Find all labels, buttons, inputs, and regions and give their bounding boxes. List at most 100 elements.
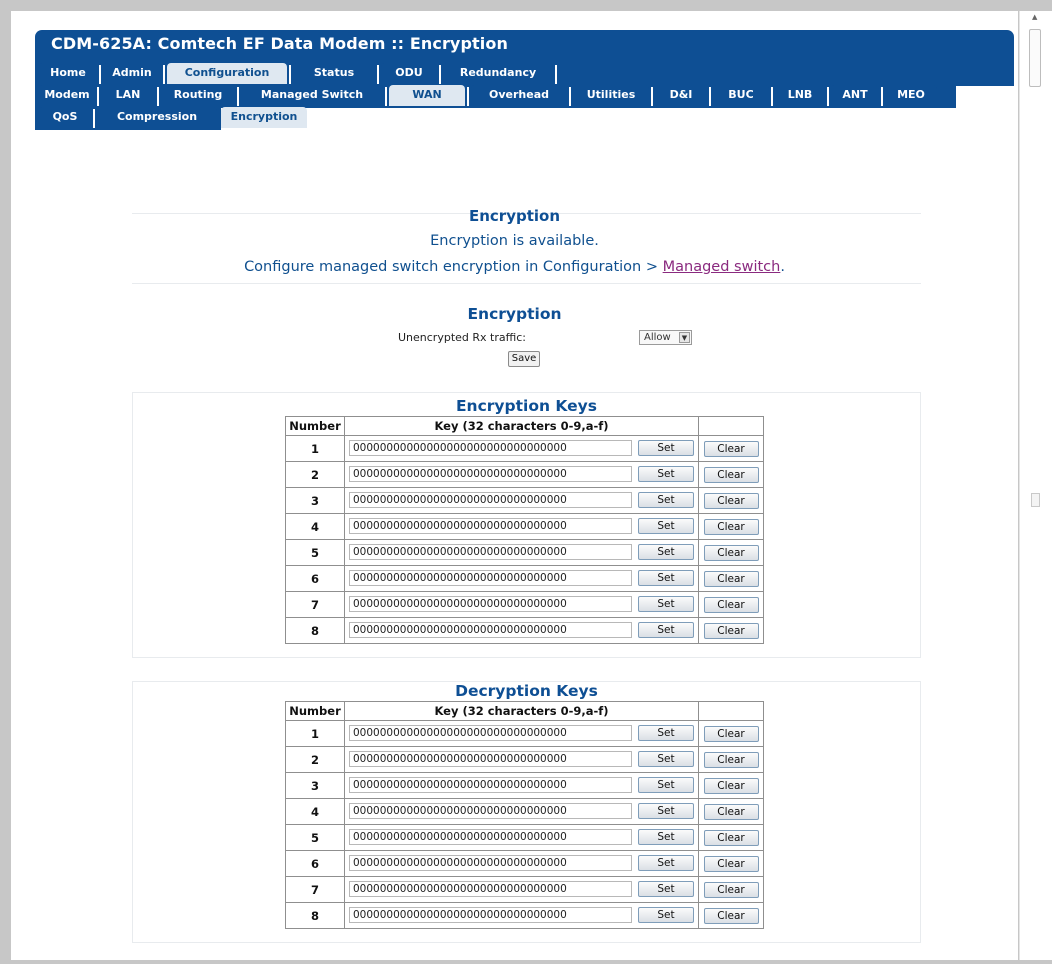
tab-managed-switch[interactable]: Managed Switch	[241, 85, 383, 106]
clear-button[interactable]: Clear	[703, 803, 759, 820]
key-number: 7	[285, 876, 345, 903]
set-button[interactable]: Set	[638, 596, 694, 612]
rx-traffic-select[interactable]: Allow ▼	[639, 330, 692, 345]
set-button[interactable]: Set	[638, 881, 694, 897]
tab-ant[interactable]: ANT	[831, 85, 879, 106]
key-input[interactable]: 00000000000000000000000000000000	[349, 596, 632, 612]
page-title: CDM-625A: Comtech EF Data Modem :: Encry…	[51, 34, 508, 53]
clear-cell: Clear	[698, 746, 764, 773]
clear-cell: Clear	[698, 565, 764, 592]
tab-lan[interactable]: LAN	[101, 85, 155, 106]
key-number: 6	[285, 565, 345, 592]
clear-cell: Clear	[698, 461, 764, 488]
set-button[interactable]: Set	[638, 751, 694, 767]
key-cell: 00000000000000000000000000000000 Set	[344, 591, 699, 618]
chevron-down-icon[interactable]: ▼	[679, 332, 690, 343]
tab-compression[interactable]: Compression	[97, 107, 217, 128]
tab-buc[interactable]: BUC	[713, 85, 769, 106]
key-input[interactable]: 00000000000000000000000000000000	[349, 725, 632, 741]
managed-switch-link[interactable]: Managed switch	[663, 259, 781, 275]
key-number: 4	[285, 798, 345, 825]
table-row: 1 00000000000000000000000000000000 Set Clea…	[285, 435, 764, 462]
tab-admin[interactable]: Admin	[103, 63, 161, 84]
tab-encryption[interactable]: Encryption	[221, 107, 307, 128]
tab-routing[interactable]: Routing	[161, 85, 235, 106]
tab-wan[interactable]: WAN	[389, 85, 465, 106]
clear-button[interactable]: Clear	[703, 596, 759, 613]
table-row: 3 00000000000000000000000000000000 Set Clea…	[285, 487, 764, 514]
table-row: 7 00000000000000000000000000000000 Set Clea…	[285, 876, 764, 903]
clear-button[interactable]: Clear	[703, 492, 759, 509]
set-button[interactable]: Set	[638, 725, 694, 741]
table-row: 1 00000000000000000000000000000000 Set Clea…	[285, 720, 764, 747]
tab-modem[interactable]: Modem	[39, 85, 95, 106]
tab-overhead[interactable]: Overhead	[471, 85, 567, 106]
key-input[interactable]: 00000000000000000000000000000000	[349, 881, 632, 897]
scroll-thumb[interactable]	[1029, 29, 1041, 87]
set-button[interactable]: Set	[638, 518, 694, 534]
tab-configuration[interactable]: Configuration	[167, 63, 287, 84]
clear-button[interactable]: Clear	[703, 751, 759, 768]
key-cell: 00000000000000000000000000000000 Set	[344, 876, 699, 903]
tab-qos[interactable]: QoS	[39, 107, 91, 128]
clear-button[interactable]: Clear	[703, 855, 759, 872]
table-row: 3 00000000000000000000000000000000 Set Clea…	[285, 772, 764, 799]
set-button[interactable]: Set	[638, 466, 694, 482]
clear-cell: Clear	[698, 487, 764, 514]
clear-button[interactable]: Clear	[703, 622, 759, 639]
key-input[interactable]: 00000000000000000000000000000000	[349, 440, 632, 456]
key-input[interactable]: 00000000000000000000000000000000	[349, 466, 632, 482]
clear-button[interactable]: Clear	[703, 829, 759, 846]
set-button[interactable]: Set	[638, 544, 694, 560]
set-button[interactable]: Set	[638, 803, 694, 819]
table-row: 8 00000000000000000000000000000000 Set Clea…	[285, 902, 764, 929]
key-input[interactable]: 00000000000000000000000000000000	[349, 492, 632, 508]
tab-home[interactable]: Home	[39, 63, 97, 84]
key-cell: 00000000000000000000000000000000 Set	[344, 435, 699, 462]
set-button[interactable]: Set	[638, 570, 694, 586]
tab-meo[interactable]: MEO	[885, 85, 937, 106]
key-input[interactable]: 00000000000000000000000000000000	[349, 518, 632, 534]
title-bar: CDM-625A: Comtech EF Data Modem :: Encry…	[35, 30, 1014, 63]
clear-button[interactable]: Clear	[703, 544, 759, 561]
tab-odu[interactable]: ODU	[381, 63, 437, 84]
set-button[interactable]: Set	[638, 440, 694, 456]
key-input[interactable]: 00000000000000000000000000000000	[349, 570, 632, 586]
table-row: 7 00000000000000000000000000000000 Set Clea…	[285, 591, 764, 618]
clear-button[interactable]: Clear	[703, 725, 759, 742]
key-input[interactable]: 00000000000000000000000000000000	[349, 544, 632, 560]
key-input[interactable]: 00000000000000000000000000000000	[349, 803, 632, 819]
set-button[interactable]: Set	[638, 855, 694, 871]
clear-button[interactable]: Clear	[703, 881, 759, 898]
set-button[interactable]: Set	[638, 907, 694, 923]
clear-button[interactable]: Clear	[703, 466, 759, 483]
vertical-scrollbar[interactable]: ▲	[1019, 11, 1052, 960]
key-input[interactable]: 00000000000000000000000000000000	[349, 751, 632, 767]
save-button[interactable]: Save	[508, 351, 540, 367]
scroll-up-icon[interactable]: ▲	[1032, 13, 1037, 21]
tab-d-and-i[interactable]: D&I	[655, 85, 707, 106]
key-input[interactable]: 00000000000000000000000000000000	[349, 622, 632, 638]
key-input[interactable]: 00000000000000000000000000000000	[349, 777, 632, 793]
key-input[interactable]: 00000000000000000000000000000000	[349, 829, 632, 845]
tab-status[interactable]: Status	[293, 63, 375, 84]
scroll-grip[interactable]	[1031, 493, 1040, 507]
set-button[interactable]: Set	[638, 492, 694, 508]
key-number: 6	[285, 850, 345, 877]
tab-lnb[interactable]: LNB	[775, 85, 825, 106]
tab-redundancy[interactable]: Redundancy	[443, 63, 553, 84]
key-input[interactable]: 00000000000000000000000000000000	[349, 907, 632, 923]
tab-utilities[interactable]: Utilities	[573, 85, 649, 106]
clear-button[interactable]: Clear	[703, 518, 759, 535]
clear-button[interactable]: Clear	[703, 907, 759, 924]
set-button[interactable]: Set	[638, 829, 694, 845]
clear-button[interactable]: Clear	[703, 777, 759, 794]
clear-button[interactable]: Clear	[703, 570, 759, 587]
clear-button[interactable]: Clear	[703, 440, 759, 457]
key-cell: 00000000000000000000000000000000 Set	[344, 565, 699, 592]
set-button[interactable]: Set	[638, 777, 694, 793]
key-cell: 00000000000000000000000000000000 Set	[344, 850, 699, 877]
set-button[interactable]: Set	[638, 622, 694, 638]
key-input[interactable]: 00000000000000000000000000000000	[349, 855, 632, 871]
encryption-keys-title: Encryption Keys	[455, 397, 598, 415]
